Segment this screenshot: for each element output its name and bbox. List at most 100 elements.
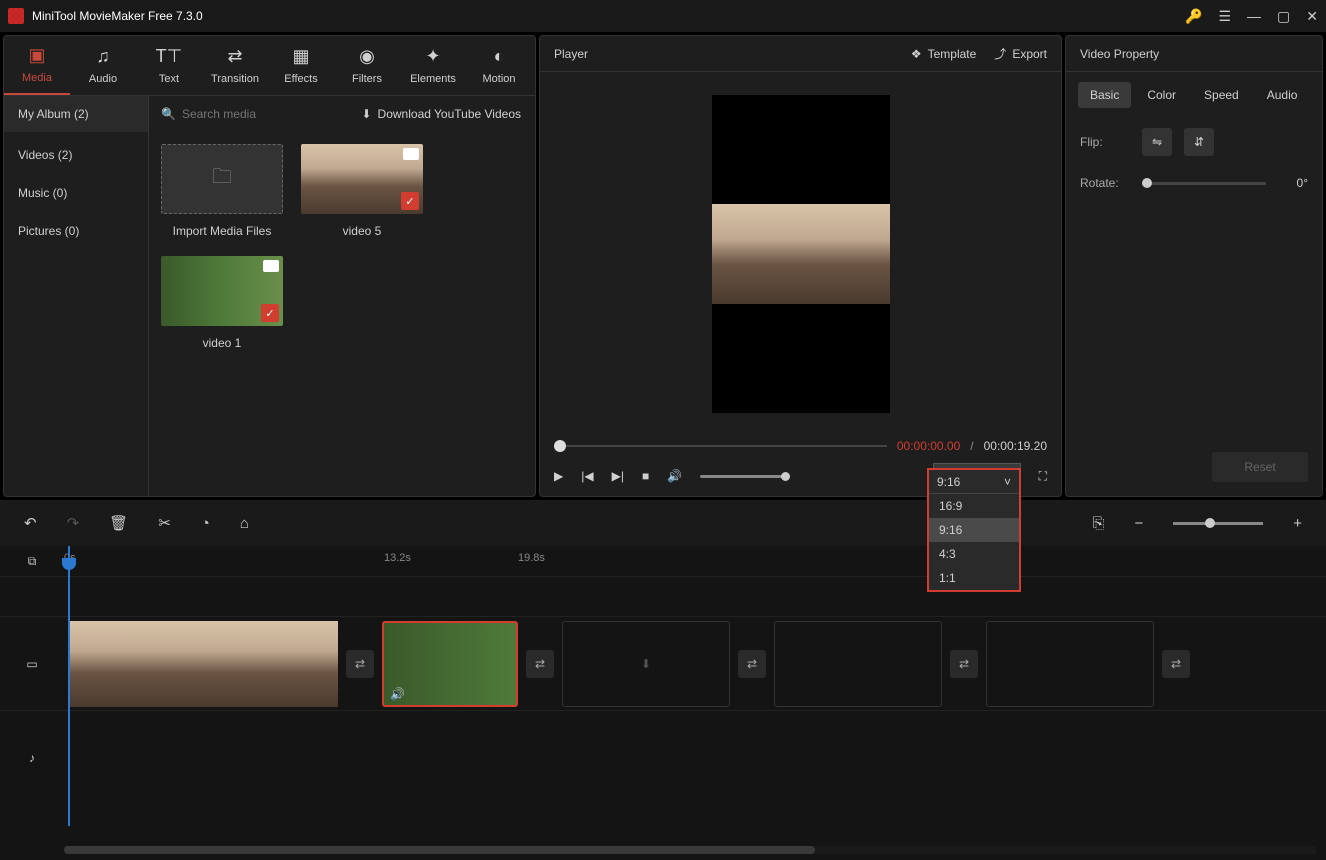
empty-clip-slot[interactable] <box>986 621 1154 707</box>
scrubber-track[interactable] <box>554 445 887 447</box>
preview-area <box>540 72 1061 436</box>
zoom-in-icon[interactable]: + <box>1293 515 1302 532</box>
transition-slot[interactable]: ⇄ <box>950 650 978 678</box>
empty-clip-slot[interactable]: ⬇ <box>562 621 730 707</box>
delete-icon[interactable]: 🗑 <box>109 514 128 532</box>
player-panel: Player ❖Template ⤴Export 00:00:00.00 / 0… <box>539 35 1062 497</box>
sidebar-item-music[interactable]: Music (0) <box>4 174 148 212</box>
template-button[interactable]: ❖Template <box>911 47 976 61</box>
media-grid: 🗀 Import Media Files ✓ video 5 ✓ video <box>149 132 535 496</box>
timeline: ⧉ 0s 13.2s 19.8s ▭ ⇄ 🔊 ⇄ ⬇ ⇄ ⇄ ⇄ ♪ <box>0 546 1326 860</box>
export-button[interactable]: ⤴Export <box>994 45 1047 62</box>
music-note-icon: ♫ <box>96 46 110 67</box>
prop-tab-basic[interactable]: Basic <box>1078 82 1131 108</box>
ratio-dropdown-header[interactable]: 9:16˅ <box>929 470 1019 494</box>
property-panel: Video Property › Basic Color Speed Audio… <box>1065 35 1323 497</box>
minimize-icon[interactable]: — <box>1247 8 1261 24</box>
flip-horizontal-button[interactable]: ⇋ <box>1142 128 1172 156</box>
video-track: ▭ ⇄ 🔊 ⇄ ⬇ ⇄ ⇄ ⇄ <box>0 616 1326 710</box>
ratio-option-9-16[interactable]: 9:16 <box>929 518 1019 542</box>
prop-tab-audio[interactable]: Audio <box>1255 82 1310 108</box>
crop-icon[interactable]: ⌂ <box>240 515 249 532</box>
effects-icon: ▦ <box>292 46 309 67</box>
fit-icon[interactable]: ⎘ <box>1092 515 1104 532</box>
tab-motion[interactable]: ◐Motion <box>466 36 532 95</box>
album-tab[interactable]: My Album (2) <box>4 96 149 132</box>
tab-elements[interactable]: ✦Elements <box>400 36 466 95</box>
stop-icon[interactable]: ■ <box>642 469 649 483</box>
tab-filters[interactable]: ◉Filters <box>334 36 400 95</box>
track-add-icon[interactable]: ⧉ <box>28 554 37 569</box>
tab-audio[interactable]: ♫Audio <box>70 36 136 95</box>
elements-icon: ✦ <box>425 46 440 67</box>
ratio-option-16-9[interactable]: 16:9 <box>929 494 1019 518</box>
transition-slot[interactable]: ⇄ <box>738 650 766 678</box>
tab-media[interactable]: ▣Media <box>4 36 70 95</box>
timeline-ruler[interactable]: 0s 13.2s 19.8s <box>64 546 1326 576</box>
flip-vertical-button[interactable]: ⇵ <box>1184 128 1214 156</box>
maximize-icon[interactable]: ▢ <box>1277 8 1290 25</box>
search-media[interactable]: 🔍 <box>149 107 347 121</box>
next-frame-icon[interactable]: ▶| <box>612 469 624 483</box>
time-current: 00:00:00.00 <box>897 439 960 453</box>
prev-frame-icon[interactable]: |◀ <box>581 469 593 483</box>
volume-icon[interactable]: 🔊 <box>667 469 682 483</box>
key-icon[interactable]: 🔑 <box>1185 8 1202 25</box>
clip-video1[interactable]: 🔊 <box>382 621 518 707</box>
sound-icon: 🔊 <box>390 687 405 701</box>
tab-text[interactable]: T⊤Text <box>136 36 202 95</box>
fullscreen-icon[interactable]: ⛶ <box>1039 469 1047 484</box>
motion-icon: ◐ <box>494 46 505 67</box>
import-media-button[interactable]: 🗀 Import Media Files <box>161 144 283 238</box>
playhead[interactable] <box>68 546 70 826</box>
aspect-ratio-dropdown: 9:16˅ 16:9 9:16 4:3 1:1 <box>927 468 1021 592</box>
prop-tab-color[interactable]: Color <box>1135 82 1188 108</box>
app-icon <box>8 8 24 24</box>
timeline-toolbar: ↶ ↷ 🗑 ✂ ◔ ⌂ ⎘ − + <box>0 500 1326 546</box>
flip-horizontal-icon: ⇋ <box>1152 135 1162 149</box>
download-youtube-button[interactable]: ⬇ Download YouTube Videos <box>347 107 535 121</box>
zoom-out-icon[interactable]: − <box>1134 515 1143 532</box>
transition-slot[interactable]: ⇄ <box>1162 650 1190 678</box>
media-panel: ▣Media ♫Audio T⊤Text ⇄Transition ▦Effect… <box>3 35 536 497</box>
tab-transition[interactable]: ⇄Transition <box>202 36 268 95</box>
media-item-video5[interactable]: ✓ video 5 <box>301 144 423 238</box>
timeline-scrollbar[interactable] <box>64 846 1316 854</box>
ratio-option-1-1[interactable]: 1:1 <box>929 566 1019 590</box>
undo-icon[interactable]: ↶ <box>24 514 37 532</box>
prop-tab-speed[interactable]: Speed <box>1192 82 1251 108</box>
tab-effects[interactable]: ▦Effects <box>268 36 334 95</box>
ratio-option-4-3[interactable]: 4:3 <box>929 542 1019 566</box>
volume-slider[interactable] <box>700 475 790 478</box>
speed-icon[interactable]: ◔ <box>201 515 210 532</box>
sidebar-item-videos[interactable]: Videos (2) <box>4 136 148 174</box>
play-icon[interactable]: ▶ <box>554 469 563 483</box>
sidebar-item-pictures[interactable]: Pictures (0) <box>4 212 148 250</box>
media-label: video 1 <box>203 336 242 350</box>
zoom-handle[interactable] <box>1205 518 1215 528</box>
empty-clip-slot[interactable] <box>774 621 942 707</box>
media-sidebar: Videos (2) Music (0) Pictures (0) <box>4 132 149 496</box>
media-item-video1[interactable]: ✓ video 1 <box>161 256 283 350</box>
check-icon: ✓ <box>261 304 279 322</box>
transition-slot[interactable]: ⇄ <box>526 650 554 678</box>
zoom-slider[interactable] <box>1173 522 1263 525</box>
split-icon[interactable]: ✂ <box>158 514 171 532</box>
close-icon[interactable]: ✕ <box>1306 8 1318 25</box>
scrubber-handle[interactable] <box>554 440 566 452</box>
time-separator: / <box>970 439 973 453</box>
volume-handle[interactable] <box>781 472 790 481</box>
time-total: 00:00:19.20 <box>984 439 1047 453</box>
video-badge-icon <box>263 260 279 272</box>
rotate-slider[interactable] <box>1142 182 1266 185</box>
menu-icon[interactable]: ☰ <box>1218 8 1231 25</box>
titlebar: MiniTool MovieMaker Free 7.3.0 🔑 ☰ — ▢ ✕ <box>0 0 1326 32</box>
scrubber[interactable]: 00:00:00.00 / 00:00:19.20 <box>540 436 1061 456</box>
redo-icon[interactable]: ↷ <box>67 514 80 532</box>
search-input[interactable] <box>182 107 337 121</box>
reset-button[interactable]: Reset <box>1212 452 1308 482</box>
rotate-handle[interactable] <box>1142 178 1152 188</box>
scrollbar-thumb[interactable] <box>64 846 815 854</box>
transition-slot[interactable]: ⇄ <box>346 650 374 678</box>
clip-video5[interactable] <box>68 621 338 707</box>
